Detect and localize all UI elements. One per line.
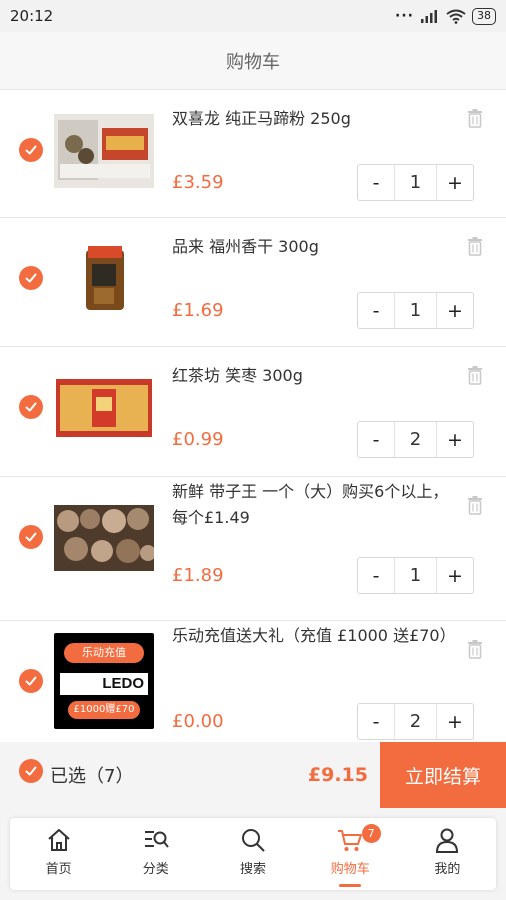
checkout-button[interactable]: 立即结算 xyxy=(380,742,506,808)
cart-item: 品来 福州香干 300g £1.69 - 1 + xyxy=(0,218,506,347)
selected-count-label: 已选（7） xyxy=(50,766,134,787)
product-image[interactable]: 乐动充值 LEDO £1000赠£70 xyxy=(54,633,154,729)
quantity-value[interactable]: 1 xyxy=(394,293,437,328)
active-tab-indicator xyxy=(339,884,362,887)
item-price: £3.59 xyxy=(172,172,224,193)
status-bar: 20:12 ··· 38 xyxy=(0,0,506,32)
decrease-button[interactable]: - xyxy=(358,293,394,328)
quantity-stepper: - 1 + xyxy=(357,292,474,329)
cart-item: 红茶坊 笑枣 300g £0.99 - 2 + xyxy=(0,347,506,477)
quantity-stepper: - 2 + xyxy=(357,703,474,740)
item-price: £1.69 xyxy=(172,300,224,321)
item-price: £0.99 xyxy=(172,429,224,450)
status-icons: ··· 38 xyxy=(395,7,496,25)
checkmark-icon xyxy=(25,273,37,283)
item-name: 双喜龙 纯正马蹄粉 250g xyxy=(172,109,351,128)
increase-button[interactable]: + xyxy=(437,293,473,328)
bottom-tab-bar: 首页 分类 搜索 7 购物车 我的 xyxy=(10,818,496,890)
quantity-value[interactable]: 2 xyxy=(394,704,437,739)
checkmark-icon xyxy=(25,145,37,155)
item-price: £1.89 xyxy=(172,565,224,586)
product-image[interactable] xyxy=(54,371,154,445)
trash-icon[interactable] xyxy=(466,365,484,385)
tab-label: 搜索 xyxy=(240,862,267,877)
signal-icon xyxy=(421,10,437,23)
item-checkbox[interactable] xyxy=(19,525,43,549)
ledo-logo: LEDO xyxy=(60,673,148,695)
quantity-value[interactable]: 1 xyxy=(394,558,437,593)
home-icon xyxy=(47,829,70,851)
page-header: 购物车 xyxy=(0,32,506,90)
quantity-value[interactable]: 1 xyxy=(394,165,437,200)
promo-text: 乐动充值 xyxy=(64,643,144,663)
checkmark-icon xyxy=(25,402,37,412)
tab-label: 购物车 xyxy=(330,862,370,877)
tab-search[interactable]: 搜索 xyxy=(204,818,301,890)
tab-label: 首页 xyxy=(45,862,72,877)
checkmark-icon xyxy=(25,532,37,542)
item-name: 乐动充值送大礼（充值 £1000 送£70） xyxy=(172,626,456,645)
tab-cart[interactable]: 7 购物车 xyxy=(302,818,399,890)
increase-button[interactable]: + xyxy=(437,704,473,739)
product-image[interactable] xyxy=(54,242,154,316)
item-checkbox[interactable] xyxy=(19,138,43,162)
page-title: 购物车 xyxy=(226,51,280,73)
product-image[interactable] xyxy=(54,114,154,188)
cart-item: 新鲜 带子王 一个（大）购买6个以上，每个£1.49 £1.89 - 1 + xyxy=(0,477,506,621)
item-checkbox[interactable] xyxy=(19,266,43,290)
tab-home[interactable]: 首页 xyxy=(10,818,107,890)
tab-label: 我的 xyxy=(434,862,461,877)
decrease-button[interactable]: - xyxy=(358,165,394,200)
search-icon xyxy=(242,829,265,852)
decrease-button[interactable]: - xyxy=(358,704,394,739)
increase-button[interactable]: + xyxy=(437,422,473,457)
promo-amount: £1000赠£70 xyxy=(68,701,140,719)
cart-total: £9.15 xyxy=(307,764,368,786)
checkout-bar: 已选（7） £9.15 立即结算 xyxy=(0,742,506,808)
quantity-stepper: - 1 + xyxy=(357,164,474,201)
trash-icon[interactable] xyxy=(466,639,484,659)
status-time: 20:12 xyxy=(10,7,54,25)
profile-icon xyxy=(436,828,459,853)
tab-profile[interactable]: 我的 xyxy=(399,818,496,890)
item-name: 新鲜 带子王 一个（大）购买6个以上，每个£1.49 xyxy=(172,482,449,527)
select-all-checkbox[interactable] xyxy=(19,759,43,783)
trash-icon[interactable] xyxy=(466,108,484,128)
battery-icon: 38 xyxy=(472,7,496,25)
item-checkbox[interactable] xyxy=(19,669,43,693)
product-image[interactable] xyxy=(54,505,154,571)
category-icon xyxy=(144,831,169,848)
cart-item: 双喜龙 纯正马蹄粉 250g £3.59 - 1 + xyxy=(0,90,506,218)
increase-button[interactable]: + xyxy=(437,558,473,593)
decrease-button[interactable]: - xyxy=(358,422,394,457)
more-dots-icon: ··· xyxy=(395,8,414,24)
cart-list[interactable]: 双喜龙 纯正马蹄粉 250g £3.59 - 1 + 品来 福州香干 300g … xyxy=(0,90,506,742)
wifi-icon xyxy=(446,9,466,24)
quantity-stepper: - 2 + xyxy=(357,421,474,458)
cart-icon xyxy=(338,830,363,851)
checkmark-icon xyxy=(25,676,37,686)
increase-button[interactable]: + xyxy=(437,165,473,200)
trash-icon[interactable] xyxy=(466,495,484,515)
checkmark-icon xyxy=(25,766,37,776)
quantity-stepper: - 1 + xyxy=(357,557,474,594)
item-checkbox[interactable] xyxy=(19,395,43,419)
quantity-value[interactable]: 2 xyxy=(394,422,437,457)
cart-item: 乐动充值 LEDO £1000赠£70 乐动充值送大礼（充值 £1000 送£7… xyxy=(0,621,506,742)
tab-category[interactable]: 分类 xyxy=(107,818,204,890)
decrease-button[interactable]: - xyxy=(358,558,394,593)
trash-icon[interactable] xyxy=(466,236,484,256)
tab-label: 分类 xyxy=(142,862,169,877)
cart-badge: 7 xyxy=(361,824,381,843)
item-name: 品来 福州香干 300g xyxy=(172,237,319,256)
item-price: £0.00 xyxy=(172,711,224,732)
item-name: 红茶坊 笑枣 300g xyxy=(172,366,303,385)
